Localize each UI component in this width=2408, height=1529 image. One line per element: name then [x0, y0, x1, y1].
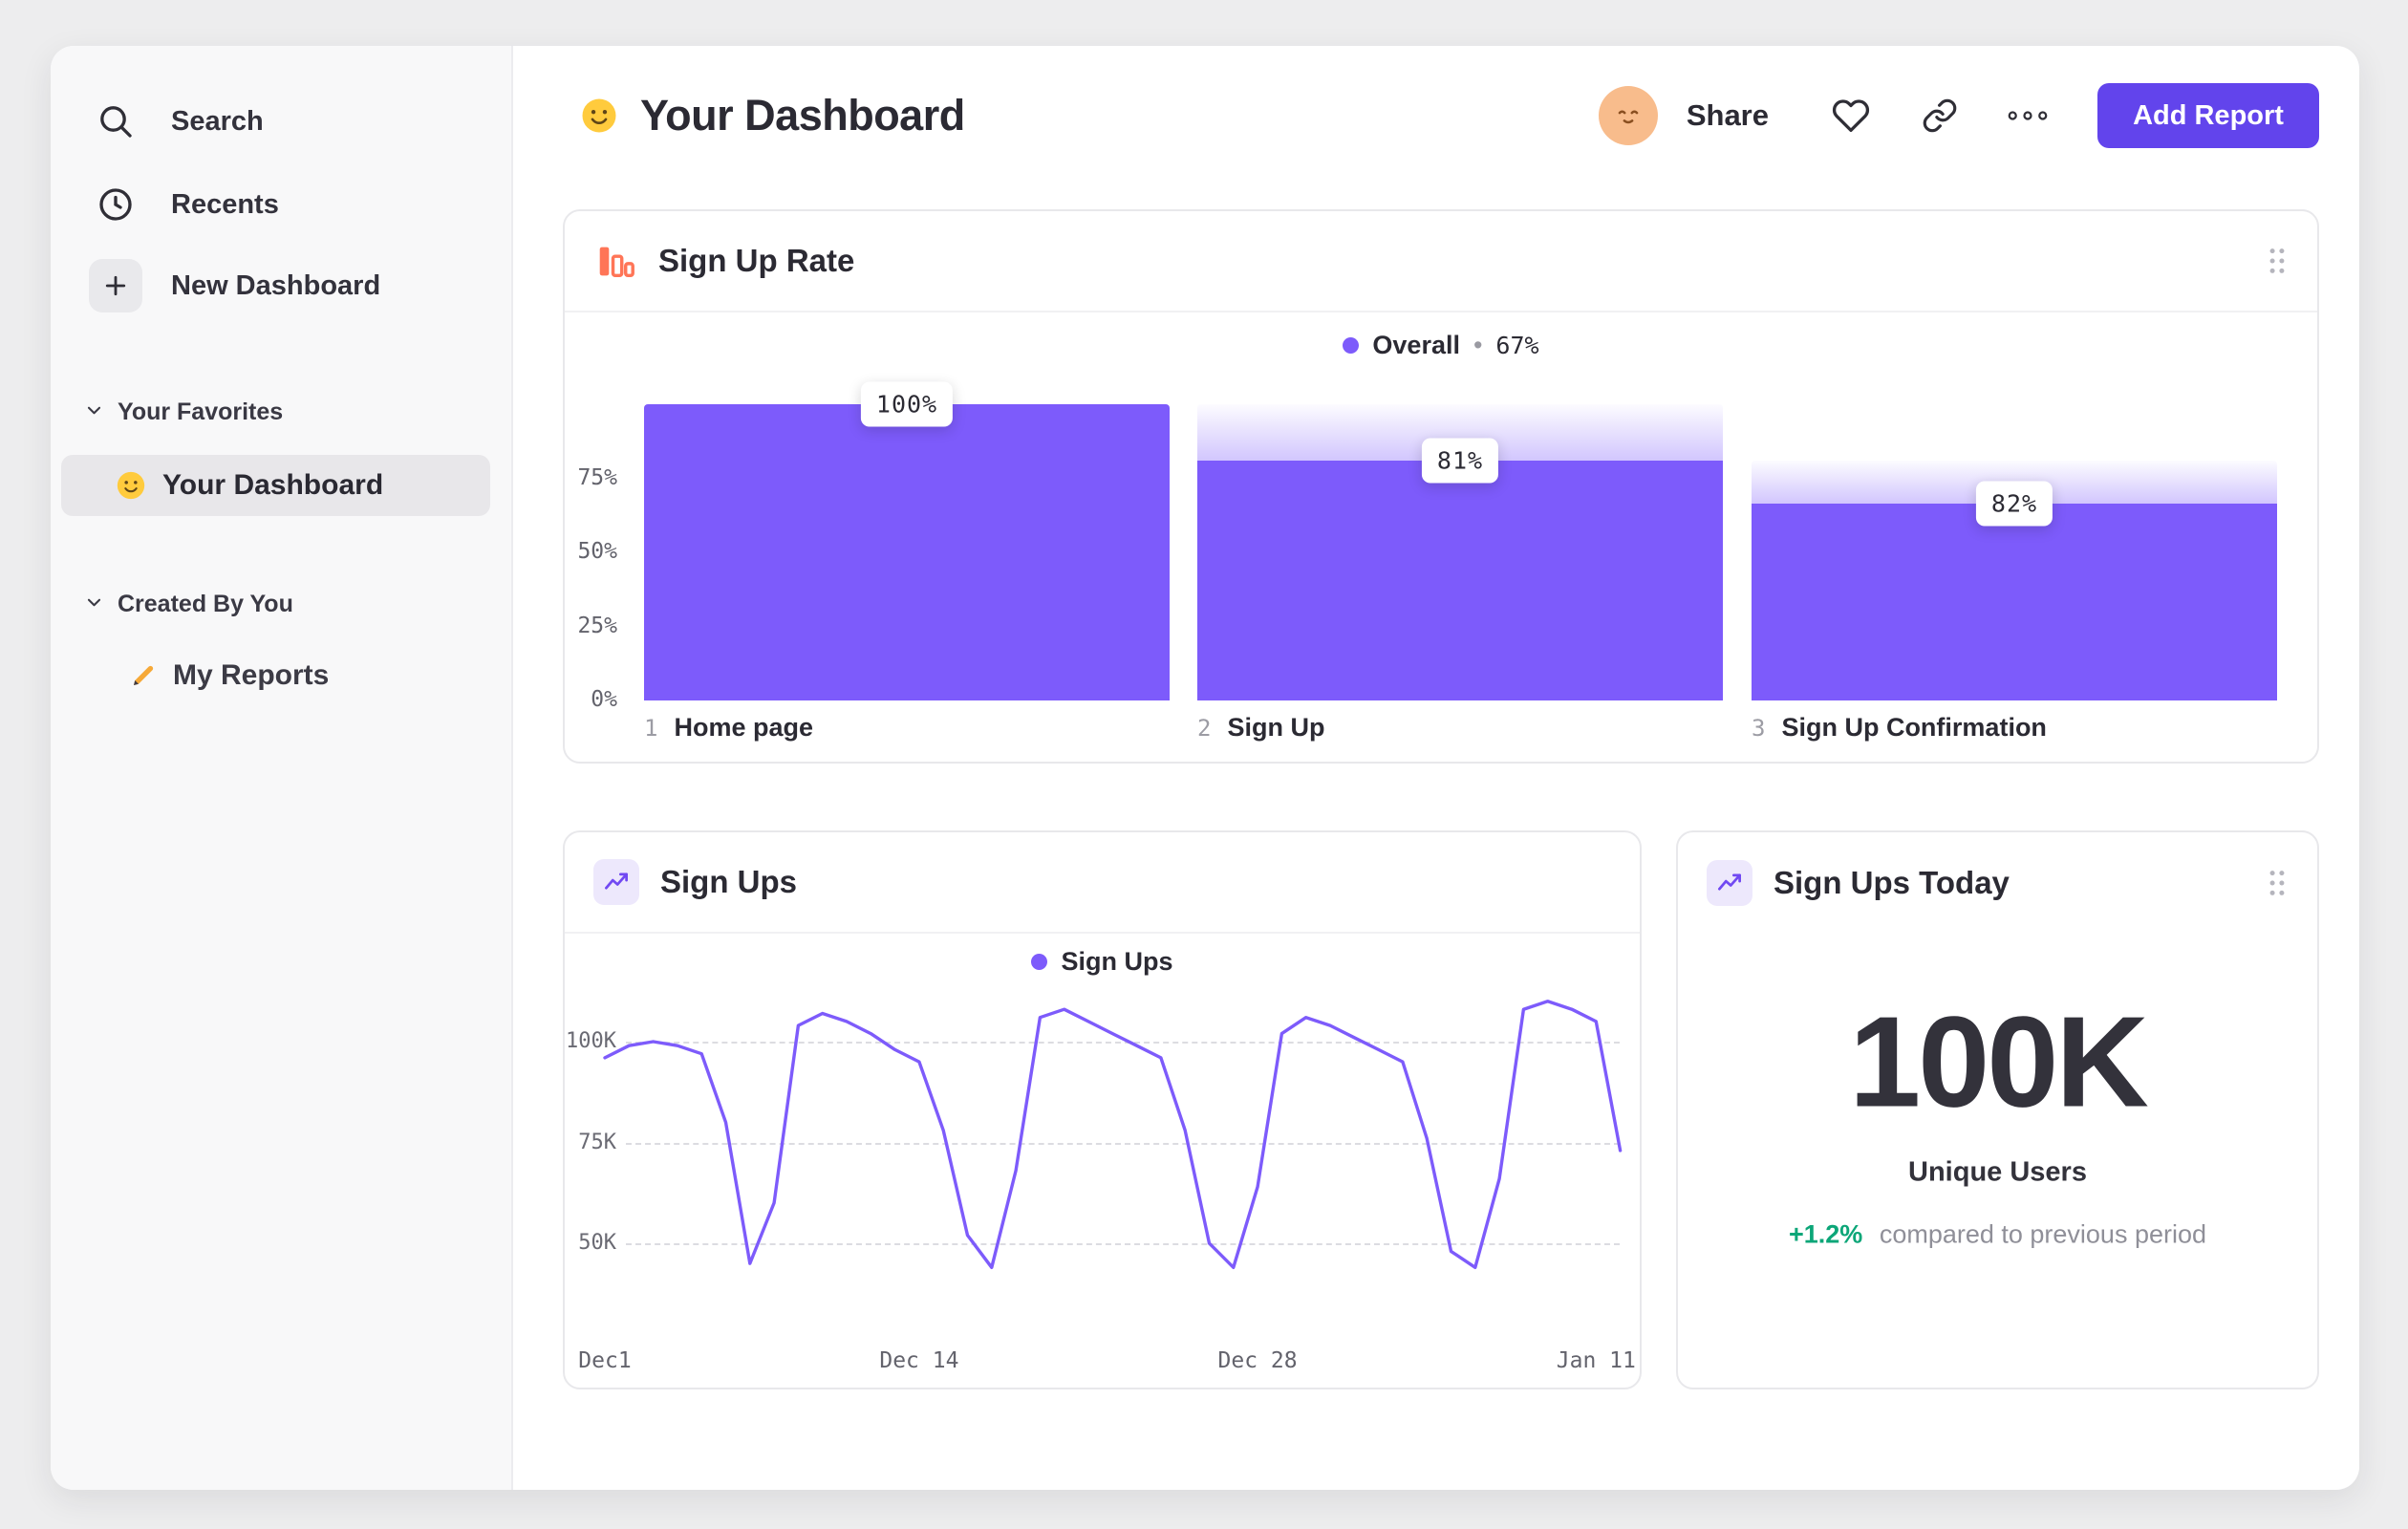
- sidebar-item-new-dashboard[interactable]: New Dashboard: [89, 255, 380, 316]
- line-x-tick-label: Dec1: [578, 1348, 632, 1373]
- line-chart-icon: [1707, 860, 1752, 906]
- grid-line: [626, 1142, 1620, 1145]
- line-y-tick-label: 100K: [566, 1029, 616, 1053]
- card-title: Sign Up Rate: [658, 243, 855, 278]
- relieved-face-avatar[interactable]: [1598, 86, 1658, 145]
- funnel-step-label: 2 Sign Up: [1197, 713, 1324, 743]
- funnel-chart-icon: [593, 239, 637, 283]
- step-number: 3: [1752, 714, 1766, 742]
- funnel-step-label: 3 Sign Up Confirmation: [1752, 713, 2047, 743]
- bottom-card-row: Sign Ups Sign Ups 100K 75K 50K Dec1 Dec 14 De…: [563, 830, 2319, 1389]
- share-button[interactable]: Share: [1687, 98, 1769, 133]
- drag-handle-icon[interactable]: [2266, 868, 2289, 898]
- step-name: Home page: [674, 713, 813, 742]
- funnel-y-tick-label: 25%: [577, 613, 617, 638]
- smiley-icon: [115, 469, 147, 502]
- sidebar-item-label: Your Dashboard: [162, 469, 384, 501]
- card-title: Sign Ups Today: [1774, 865, 2010, 900]
- card-header: Sign Ups Today: [1678, 832, 2317, 934]
- sidebar-item-search[interactable]: Search: [89, 91, 264, 152]
- line-chart-icon: [593, 859, 639, 905]
- unique-users-value: 100K: [1849, 989, 2149, 1134]
- legend-label: Overall: [1372, 330, 1460, 359]
- pencil-icon: [129, 661, 158, 690]
- funnel-y-tick-label: 0%: [591, 687, 617, 712]
- step-name: Sign Up: [1227, 713, 1325, 742]
- add-report-button[interactable]: Add Report: [2097, 83, 2319, 148]
- line-legend: Sign Ups: [565, 934, 1640, 989]
- sign-ups-card: Sign Ups Sign Ups 100K 75K 50K Dec1 Dec 14 De…: [563, 830, 1642, 1389]
- sidebar-item-your-dashboard[interactable]: Your Dashboard: [61, 455, 490, 516]
- sign-up-rate-card: Sign Up Rate Overall • 67% 75% 50% 25% 0% 10…: [563, 209, 2319, 764]
- desktop: { "colors": { "accent_purple": "#7D5BFB"…: [0, 0, 2408, 1529]
- chevron-down-icon: [85, 398, 103, 426]
- sign-ups-today-card: Sign Ups Today 100K Unique Users +1.2% c…: [1676, 830, 2319, 1389]
- grid-line: [626, 1243, 1620, 1245]
- favorites-section-header[interactable]: Your Favorites: [85, 393, 283, 431]
- section-title: Your Favorites: [118, 398, 284, 425]
- funnel-step-label: 1 Home page: [644, 713, 813, 743]
- plus-icon: [89, 259, 142, 312]
- legend-label: Sign Ups: [1061, 946, 1173, 976]
- dashboard-header: Your Dashboard Share Add Report: [563, 81, 2319, 150]
- funnel-bar[interactable]: [644, 404, 1170, 700]
- chevron-down-icon: [85, 591, 103, 618]
- sidebar-item-my-reports[interactable]: My Reports: [129, 647, 329, 704]
- sidebar-item-label: Search: [171, 105, 264, 137]
- sidebar-item-label: New Dashboard: [171, 269, 381, 301]
- card-header: Sign Up Rate: [565, 211, 2317, 312]
- funnel-y-tick-label: 50%: [577, 539, 617, 564]
- line-x-tick-label: Dec 14: [879, 1348, 959, 1373]
- line-x-tick-label: Jan 11: [1556, 1348, 1636, 1373]
- line-y-tick-label: 50K: [578, 1231, 616, 1255]
- clock-icon: [89, 178, 142, 231]
- sidebar-item-label: My Reports: [173, 659, 330, 691]
- step-name: Sign Up Confirmation: [1781, 713, 2047, 742]
- step-number: 1: [644, 714, 658, 742]
- funnel-bar-dropoff-gradient: [1752, 460, 2277, 505]
- funnel-legend: Overall • 67%: [565, 324, 2317, 366]
- heart-icon[interactable]: [1832, 97, 1870, 135]
- drag-handle-icon[interactable]: [2266, 246, 2289, 276]
- card-title: Sign Ups: [660, 864, 798, 899]
- smiley-icon: [579, 96, 619, 136]
- legend-dot: [1343, 336, 1360, 354]
- line-x-tick-label: Dec 28: [1217, 1348, 1298, 1373]
- funnel-y-tick-label: 75%: [577, 464, 617, 490]
- line-series[interactable]: [603, 1000, 1623, 1269]
- unique-users-label: Unique Users: [1908, 1156, 2087, 1188]
- delta-value: +1.2%: [1788, 1219, 1863, 1249]
- delta-row: +1.2% compared to previous period: [1678, 1220, 2317, 1250]
- app-window: Search Recents New Dashboard Your Favori…: [51, 46, 2359, 1490]
- grid-line: [626, 1042, 1620, 1044]
- page-title: Your Dashboard: [640, 91, 965, 140]
- sidebar: Search Recents New Dashboard Your Favori…: [51, 46, 513, 1490]
- funnel-bar-dropoff-gradient: [1197, 404, 1723, 461]
- legend-dot: [1031, 953, 1048, 970]
- step-number: 2: [1197, 714, 1212, 742]
- section-title: Created By You: [118, 590, 293, 617]
- card-header: Sign Ups: [565, 832, 1640, 934]
- search-icon: [89, 95, 142, 148]
- line-y-tick-label: 75K: [578, 1130, 616, 1154]
- funnel-bar[interactable]: [1197, 460, 1723, 700]
- legend-value: 67%: [1495, 331, 1539, 359]
- link-icon[interactable]: [1922, 97, 1958, 134]
- legend-separator: •: [1473, 330, 1483, 359]
- header-actions: Share Add Report: [1598, 83, 2319, 148]
- main-content: Your Dashboard Share Add Report Sign Up …: [513, 46, 2359, 1490]
- more-options-icon[interactable]: [2006, 107, 2050, 124]
- delta-caption: compared to previous period: [1879, 1219, 2207, 1249]
- funnel-bar[interactable]: [1752, 504, 2277, 700]
- sidebar-item-label: Recents: [171, 188, 279, 220]
- created-by-you-section-header[interactable]: Created By You: [85, 585, 293, 623]
- sidebar-item-recents[interactable]: Recents: [89, 174, 279, 235]
